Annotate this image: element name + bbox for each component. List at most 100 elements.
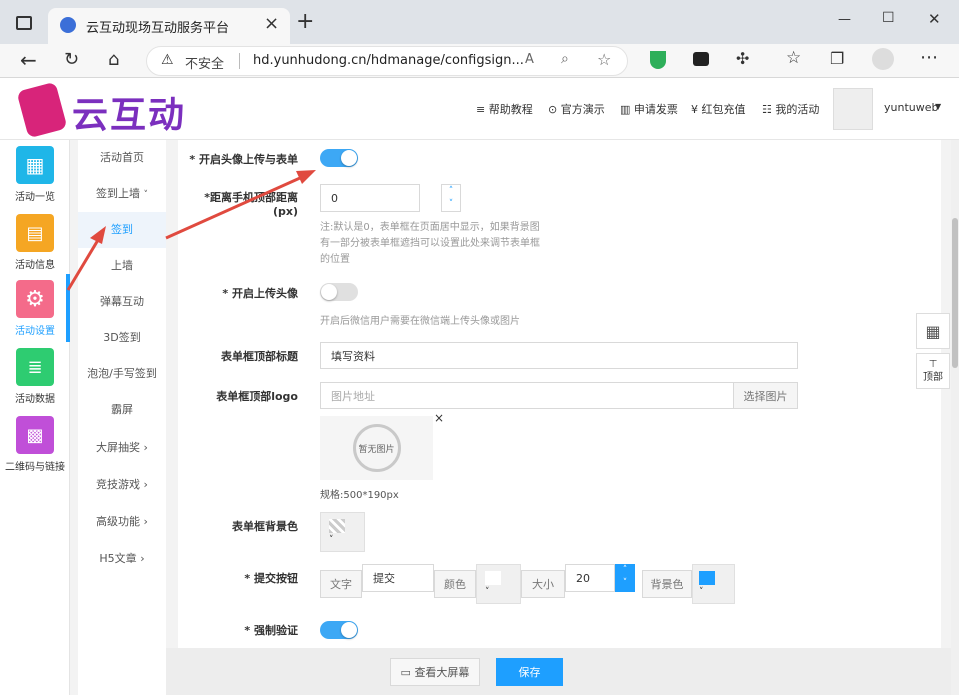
stepper-up-icon[interactable]: ˄ — [615, 564, 635, 577]
stepper-down-icon[interactable]: ˅ — [615, 577, 635, 590]
submit-button-label: * 提交按钮 — [244, 572, 298, 585]
maximize-icon[interactable]: ☐ — [882, 10, 895, 26]
size-stepper[interactable]: ˄ ˅ — [615, 564, 635, 592]
white-swatch — [485, 571, 501, 585]
chevron-down-icon: ˅ — [143, 190, 149, 200]
choose-image-button[interactable]: 选择图片 — [733, 382, 798, 409]
sidebar-item-qrcode[interactable]: ▩ 二维码与链接 — [0, 416, 70, 473]
sub-item-signin[interactable]: 签到 — [78, 212, 166, 248]
sub-item-wall[interactable]: 上墙 — [78, 248, 166, 284]
back-icon[interactable]: ← — [20, 48, 37, 72]
username[interactable]: yuntuweb — [884, 101, 938, 114]
size-input[interactable]: 20 — [565, 564, 615, 592]
stepper-down-icon[interactable]: ˅ — [442, 198, 460, 211]
home-icon[interactable]: ⌂ — [108, 49, 119, 70]
profile-icon[interactable] — [872, 48, 894, 70]
sub-item-h5[interactable]: H5文章 › — [78, 541, 166, 577]
nav-demo[interactable]: ⊙ 官方演示 — [548, 101, 605, 117]
sub-item-advanced[interactable]: 高级功能 › — [78, 504, 166, 540]
collections-icon[interactable]: ❐ — [830, 49, 844, 68]
sub-item-games[interactable]: 竞技游戏 › — [78, 467, 166, 503]
text-addon: 文字 — [320, 570, 362, 598]
view-screen-button[interactable]: ▭ 查看大屏幕 — [390, 658, 480, 686]
distance-input[interactable]: 0 — [320, 184, 420, 212]
toggle-knob — [341, 150, 357, 166]
button-bg-color-picker[interactable]: ˅ — [692, 564, 735, 604]
sub-item-label: 3D签到 — [103, 331, 141, 344]
chevron-down-icon: ˅ — [699, 587, 704, 597]
bgcolor-addon-label: 背景色 — [650, 578, 684, 591]
sub-item-label: 签到上墙 — [96, 187, 140, 200]
favorites-icon[interactable]: ☆ — [786, 48, 801, 68]
new-tab-icon[interactable]: + — [296, 9, 314, 34]
url-text[interactable]: hd.yunhudong.cn/hdmanage/configsign... — [253, 53, 524, 68]
user-caret-icon[interactable]: ▼ — [935, 102, 941, 111]
text-color-picker[interactable]: ˅ — [476, 564, 521, 604]
bg-color-picker[interactable]: ˅ — [320, 512, 365, 552]
sub-item-label: 泡泡/手写签到 — [87, 367, 157, 380]
sidebar-item-overview[interactable]: ▦ 活动一览 — [0, 146, 70, 203]
security-label: 不安全 — [185, 57, 225, 72]
tab-actions-icon[interactable] — [16, 16, 32, 30]
nav-help[interactable]: ≡ 帮助教程 — [476, 101, 533, 117]
browser-tab[interactable]: 云互动现场互动服务平台 × — [48, 8, 290, 44]
sub-item-screen[interactable]: 霸屏 — [78, 392, 166, 428]
sidebar-item-data[interactable]: ≣ 活动数据 — [0, 348, 70, 405]
size-value: 20 — [576, 571, 590, 585]
shield-extension-icon[interactable] — [650, 51, 666, 69]
nav-my-events[interactable]: ☷ 我的活动 — [762, 101, 819, 117]
force-verify-toggle[interactable] — [320, 621, 358, 639]
sub-item-label: 大屏抽奖 — [96, 441, 141, 454]
sub-item-danmu[interactable]: 弹幕互动 — [78, 284, 166, 320]
sub-item-lottery[interactable]: 大屏抽奖 › — [78, 430, 166, 466]
nav-invoice[interactable]: ▥ 申请发票 — [620, 101, 678, 117]
form-title-input[interactable]: 填写资料 — [320, 342, 798, 369]
save-button[interactable]: 保存 — [496, 658, 563, 686]
stepper-up-icon[interactable]: ˄ — [442, 185, 460, 198]
distance-stepper[interactable]: ˄ ˅ — [441, 184, 461, 212]
sub-item-bubble-signin[interactable]: 泡泡/手写签到 — [78, 356, 166, 392]
logo-text[interactable]: 云互动 — [72, 86, 186, 138]
spec-text: 规格:500*190px — [320, 490, 399, 501]
scrollbar-thumb[interactable] — [952, 218, 958, 368]
close-window-icon[interactable]: ✕ — [928, 10, 941, 28]
avatar[interactable] — [833, 88, 873, 130]
remove-image-icon[interactable]: × — [434, 411, 444, 425]
blue-swatch — [699, 571, 715, 585]
sub-item-signin-wall[interactable]: 签到上墙 ˅ — [78, 176, 166, 212]
gear-icon: ⚙ — [16, 280, 54, 318]
tab-close-icon[interactable]: × — [264, 13, 279, 34]
force-verify-label: * 强制验证 — [244, 624, 298, 637]
nav-help-label: 帮助教程 — [488, 103, 533, 116]
avatar-upload-toggle[interactable] — [320, 149, 358, 167]
submit-text-input[interactable]: 提交 — [362, 564, 434, 592]
image-preview: 暂无图片 — [320, 416, 433, 480]
nav-recharge[interactable]: ¥ 红包充值 — [691, 101, 746, 117]
url-box[interactable]: ⚠ 不安全 hd.yunhudong.cn/hdmanage/configsig… — [146, 46, 628, 76]
sub-item-home[interactable]: 活动首页 — [78, 140, 166, 176]
back-to-top-button[interactable]: ⊤ 顶部 — [916, 353, 950, 389]
monitor-icon: ▭ — [400, 665, 415, 679]
no-image-icon: 暂无图片 — [352, 424, 401, 472]
size-addon-label: 大小 — [532, 578, 554, 591]
sub-item-label: H5文章 — [99, 552, 137, 565]
minimize-icon[interactable]: — — [838, 12, 851, 27]
scrollbar[interactable] — [951, 140, 959, 695]
sub-item-3d-signin[interactable]: 3D签到 — [78, 320, 166, 356]
choose-image-label: 选择图片 — [743, 389, 788, 403]
sidebar-item-settings[interactable]: ⚙ 活动设置 — [0, 280, 70, 337]
read-aloud-icon[interactable]: A — [525, 52, 534, 67]
transparent-swatch — [329, 519, 345, 533]
extension-icon[interactable] — [693, 52, 709, 66]
favorite-add-icon[interactable]: ☆ — [597, 50, 611, 69]
upload-avatar-toggle[interactable] — [320, 283, 358, 301]
more-icon[interactable]: ⋯ — [920, 47, 938, 68]
refresh-icon[interactable]: ↻ — [64, 49, 79, 70]
qrcode-float-button[interactable]: ▦ — [916, 313, 950, 349]
puzzle-icon[interactable]: ✣ — [736, 49, 749, 68]
zoom-icon[interactable]: ⌕ — [561, 51, 569, 67]
distance-unit-label: (px) — [272, 205, 298, 218]
sub-item-label: 霸屏 — [111, 403, 133, 416]
form-logo-input[interactable]: 图片地址 — [320, 382, 734, 409]
sidebar-item-info[interactable]: ▤ 活动信息 — [0, 214, 70, 271]
